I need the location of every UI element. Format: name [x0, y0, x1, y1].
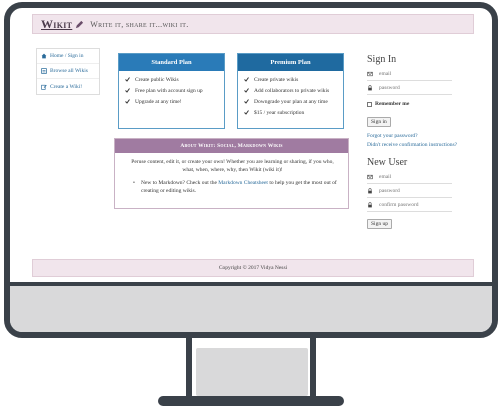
- screen: Wikit Write it, share it...wiki it. Home…: [10, 8, 492, 288]
- plan-feature: Create public Wikis: [125, 74, 220, 85]
- check-icon: [125, 77, 130, 82]
- monitor-frame: Wikit Write it, share it...wiki it. Home…: [4, 2, 498, 338]
- remember-me-label: Remember me: [375, 101, 410, 107]
- check-icon: [125, 99, 130, 104]
- lock-icon: [368, 187, 372, 193]
- envelope-icon: [367, 71, 373, 76]
- plan-feature: Upgrade at any time!: [125, 96, 220, 107]
- edit-icon: [41, 84, 47, 90]
- bullet-prefix: New to Markdown? Check out the: [141, 180, 217, 186]
- about-title: About Wikit: Social, Markdown Wikis: [115, 139, 348, 153]
- feature-text: Free plan with account sign up: [135, 87, 203, 94]
- monitor-base: [158, 396, 344, 406]
- envelope-icon: [367, 174, 373, 179]
- markdown-cheatsheet-link[interactable]: Markdown Cheatsheet: [218, 180, 268, 186]
- confirmation-link[interactable]: Didn't receive confirmation instructions…: [367, 142, 477, 148]
- remember-me-checkbox[interactable]: [367, 101, 372, 107]
- check-icon: [244, 88, 249, 93]
- auth-column: Sign In Remember me Sign in Forgot your …: [367, 54, 477, 230]
- standard-plan-card: Standard Plan Create public Wikis Free p…: [118, 53, 225, 129]
- sign-up-confirm-row: [367, 198, 452, 212]
- feature-text: Add collaborators to private wikis: [254, 87, 330, 94]
- sign-up-confirm-input[interactable]: [379, 201, 449, 208]
- brand[interactable]: Wikit Write it, share it...wiki it.: [41, 17, 189, 32]
- sign-up-password-input[interactable]: [379, 187, 449, 194]
- plan-feature: Downgrade your plan at any time: [244, 96, 339, 107]
- lock-icon: [368, 84, 372, 90]
- about-panel: About Wikit: Social, Markdown Wikis Peru…: [114, 138, 349, 209]
- nav-item-label: Browse all Wikis: [50, 68, 88, 74]
- sign-up-email-row: [367, 170, 452, 184]
- tagline: Write it, share it...wiki it.: [90, 19, 189, 29]
- lock-icon: [368, 201, 372, 207]
- sign-in-email-input[interactable]: [379, 70, 449, 77]
- pencil-icon: [75, 20, 84, 29]
- about-body: Peruse content, edit it, or create your …: [115, 153, 348, 195]
- side-nav: Home / Sign in Browse all Wikis Create a…: [36, 48, 100, 95]
- sign-in-title: Sign In: [367, 54, 397, 65]
- copyright-text: Copyright © 2017 Vidya Nessi: [218, 265, 288, 271]
- remember-me-row[interactable]: Remember me: [367, 98, 477, 110]
- check-icon: [125, 88, 130, 93]
- brand-name[interactable]: Wikit: [41, 17, 72, 32]
- check-icon: [244, 110, 249, 115]
- monitor-neck-outline: [186, 337, 316, 397]
- sign-up-button[interactable]: Sign up: [367, 219, 392, 229]
- home-icon: [41, 53, 47, 59]
- feature-text: Downgrade your plan at any time: [254, 98, 328, 105]
- plan-feature: Create private wikis: [244, 74, 339, 85]
- footer-bar: Copyright © 2017 Vidya Nessi: [32, 259, 474, 277]
- nav-item-create[interactable]: Create a Wiki!: [37, 79, 99, 94]
- premium-plan-card: Premium Plan Create private wikis Add co…: [237, 53, 344, 129]
- premium-plan-features: Create private wikis Add collaborators t…: [238, 71, 343, 118]
- feature-text: Create private wikis: [254, 76, 299, 83]
- standard-plan-features: Create public Wikis Free plan with accou…: [119, 71, 224, 107]
- feature-text: Upgrade at any time!: [135, 98, 182, 105]
- list-icon: [41, 68, 47, 74]
- check-icon: [244, 77, 249, 82]
- new-user-title: New User: [367, 157, 408, 168]
- sign-in-button[interactable]: Sign in: [367, 117, 391, 127]
- nav-item-home[interactable]: Home / Sign in: [37, 49, 99, 64]
- feature-text: Create public Wikis: [135, 76, 179, 83]
- monitor-chin: [10, 282, 492, 332]
- sign-in-email-row: [367, 67, 452, 81]
- forgot-password-link[interactable]: Forgot your password?: [367, 133, 477, 139]
- plan-feature: $15 / year subscription: [244, 107, 339, 118]
- nav-item-label: Home / Sign in: [50, 53, 84, 59]
- premium-plan-title: Premium Plan: [238, 54, 343, 71]
- check-icon: [244, 99, 249, 104]
- about-bullet: New to Markdown? Check out the Markdown …: [133, 179, 338, 195]
- sign-in-password-input[interactable]: [379, 84, 449, 91]
- about-intro: Peruse content, edit it, or create your …: [131, 159, 334, 173]
- plan-feature: Free plan with account sign up: [125, 85, 220, 96]
- nav-item-browse[interactable]: Browse all Wikis: [37, 64, 99, 79]
- sign-up-email-input[interactable]: [379, 173, 449, 180]
- standard-plan-title: Standard Plan: [119, 54, 224, 71]
- sign-in-password-row: [367, 81, 452, 95]
- plan-feature: Add collaborators to private wikis: [244, 85, 339, 96]
- about-list: New to Markdown? Check out the Markdown …: [127, 179, 338, 195]
- sign-up-password-row: [367, 184, 452, 198]
- nav-item-label: Create a Wiki!: [50, 83, 83, 90]
- feature-text: $15 / year subscription: [254, 109, 305, 116]
- header-bar: Wikit Write it, share it...wiki it.: [32, 14, 474, 34]
